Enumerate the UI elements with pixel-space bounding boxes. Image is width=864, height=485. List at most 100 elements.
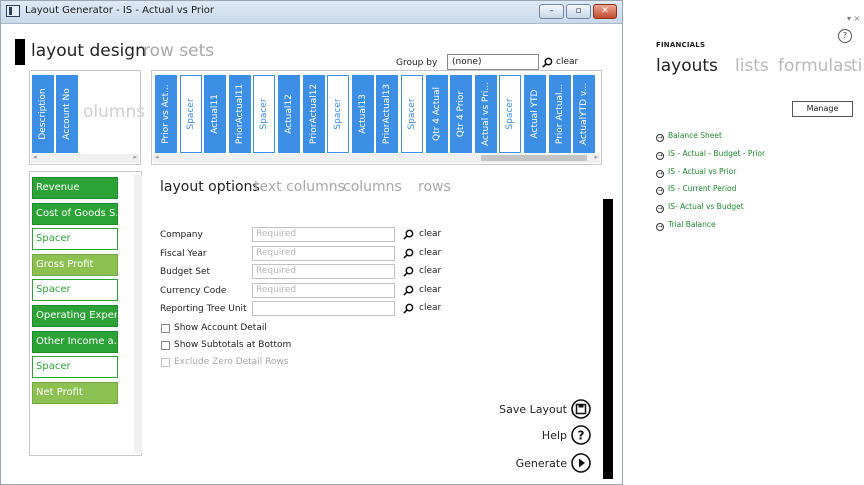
column-tile[interactable]: PriorActual12 [302,75,325,153]
column-tile-label: Prior vs Act... [161,84,171,144]
column-tile[interactable]: Spacer [401,75,423,153]
field-label: Company [160,230,203,240]
tab-text-columns[interactable]: text columns [254,179,345,195]
row-columns-scrollbar[interactable]: ◂ ▸ [31,153,139,163]
column-tile[interactable]: Actual YTD [524,75,546,153]
row-tile[interactable]: Revenue [32,177,118,199]
row-column-account-no[interactable]: Account No [56,75,78,153]
field-label: Reporting Tree Unit [160,304,247,314]
layout-link[interactable]: → IS- Actual vs Budget [656,202,744,214]
column-tile[interactable]: Actual vs Pri... [474,75,497,153]
layout-generator-window: Layout Generator - IS - Actual vs Prior … [0,0,623,485]
search-icon[interactable] [542,57,553,68]
layout-link[interactable]: → Balance Sheet [656,131,722,142]
column-tile[interactable]: Qtr 4 Prior [450,75,473,153]
manage-button[interactable]: Manage [792,101,853,117]
field-input[interactable]: Required [252,282,395,298]
arrow-circle-icon: → [656,187,664,196]
app-icon [6,5,20,17]
layout-link[interactable]: → IS - Actual - Budget - Prior [656,149,765,160]
search-icon[interactable] [403,266,414,277]
row-tile[interactable]: Spacer [32,356,118,379]
scroll-left-icon[interactable]: ◂ [155,153,159,161]
field-clear-link[interactable]: clear [419,229,441,239]
pane-window-controls[interactable]: ▾ × [847,14,860,23]
scroll-thumb[interactable] [481,155,587,161]
row-tile[interactable]: Spacer [32,279,118,302]
tab-columns[interactable]: columns [343,179,402,195]
row-tile[interactable]: Gross Profit [32,253,118,276]
field-clear-link[interactable]: clear [419,303,441,313]
scroll-right-icon[interactable]: ▸ [594,153,598,161]
row-tile[interactable]: Cost of Goods S... [32,202,118,225]
column-tile[interactable]: Spacer [253,75,276,153]
row-tile[interactable]: Net Profit [32,381,118,404]
layout-link[interactable]: → IS - Current Period [656,184,736,196]
column-tile[interactable]: Qtr 4 Actual [425,75,448,153]
arrow-circle-icon: → [656,151,664,160]
column-tile[interactable]: Actual11 [204,75,227,153]
tab-rows[interactable]: rows [418,179,451,195]
rows-scrollbar[interactable] [134,175,142,453]
column-tile-label: Prior Actual... [554,83,565,145]
save-icon[interactable] [571,399,591,419]
arrow-circle-icon: → [656,169,664,178]
field-input[interactable]: Required [252,245,395,261]
checkbox[interactable] [161,324,170,333]
checkbox [161,358,170,367]
row-tile[interactable]: Spacer [32,228,118,251]
column-tile[interactable]: PriorActual11 [228,75,251,153]
column-tile[interactable]: Spacer [499,75,522,153]
field-input[interactable]: Required [252,264,395,279]
search-icon[interactable] [403,248,414,259]
group-by-input[interactable]: (none) [447,54,539,70]
tab-formulas[interactable]: formulas [778,56,852,76]
tab-layout-options[interactable]: layout options [160,179,260,195]
tab-layouts[interactable]: layouts [656,56,718,76]
generate-label[interactable]: Generate [481,457,567,470]
layout-link-label: IS - Actual - Budget - Prior [668,148,766,158]
svg-text:?: ? [578,429,585,443]
layout-link[interactable]: → Trial Balance [656,220,716,231]
search-icon[interactable] [403,229,414,240]
column-tile[interactable]: Actual12 [278,75,300,153]
column-tile[interactable]: PriorActual13 [376,75,399,153]
row-column-description[interactable]: Description [32,75,54,153]
search-icon[interactable] [403,303,414,314]
help-label[interactable]: Help [481,429,567,442]
layout-link[interactable]: → IS - Actual vs Prior [656,167,736,178]
column-tile[interactable]: Spacer [327,75,350,153]
help-icon[interactable]: ? [838,29,852,43]
tab-lists[interactable]: lists [735,56,769,76]
save-layout-label[interactable]: Save Layout [481,403,567,416]
minimize-button[interactable]: – [539,4,564,19]
column-tile-label: ActualYTD v... [579,82,590,146]
column-tile-label: Actual YTD [530,89,540,139]
field-clear-link[interactable]: clear [419,285,441,295]
column-tile-label: Actual12 [284,94,294,134]
tab-layout-design[interactable]: layout design [31,41,146,61]
tab-row-sets[interactable]: row sets [143,41,214,61]
columns-scrollbar[interactable]: ◂ ▸ [153,153,600,163]
field-input[interactable] [252,301,395,316]
checkbox[interactable] [161,341,170,350]
column-tile[interactable]: Actual13 [351,75,374,153]
row-tile[interactable]: Other Income a... [32,330,118,353]
help-icon[interactable]: ? [571,425,591,445]
row-tile[interactable]: Operating Expen... [32,305,118,327]
column-tile[interactable]: Prior vs Act... [155,75,177,153]
play-icon[interactable] [571,453,591,473]
field-clear-link[interactable]: clear [419,266,441,276]
group-by-clear-link[interactable]: clear [556,57,578,67]
column-tile[interactable]: ActualYTD v... [573,75,596,153]
column-tile[interactable]: Prior Actual... [548,75,571,153]
scroll-right-icon[interactable]: ▸ [133,153,137,161]
close-button[interactable]: ✕ [593,4,617,19]
field-clear-link[interactable]: clear [419,248,441,258]
field-input[interactable]: Required [252,227,395,242]
scroll-left-icon[interactable]: ◂ [33,153,37,161]
column-tile[interactable]: Spacer [179,75,202,153]
restore-button[interactable]: ▫ [566,4,591,19]
tab-overflow[interactable]: ti... [851,56,863,76]
search-icon[interactable] [403,285,414,296]
